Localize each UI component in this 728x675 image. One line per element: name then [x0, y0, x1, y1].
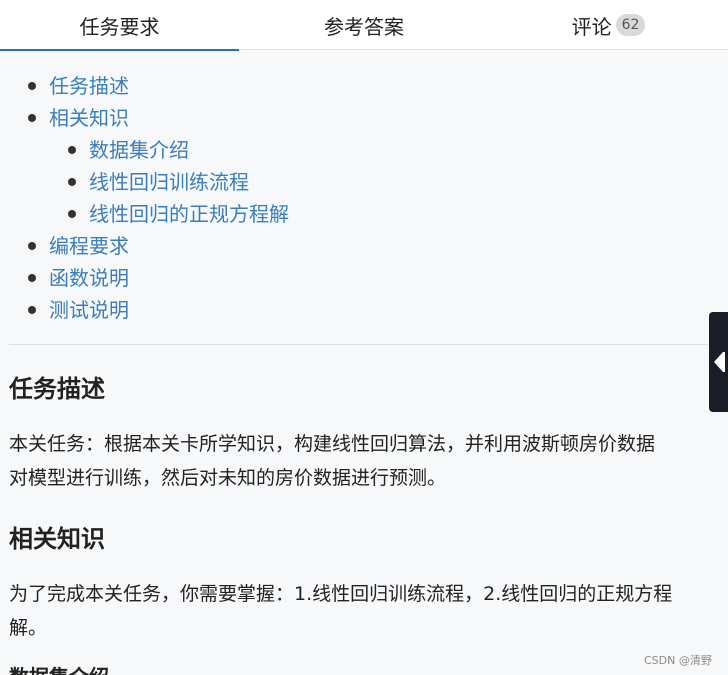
comment-count-badge: 62 [615, 14, 646, 36]
tab-bar: 任务要求 参考答案 评论 62 [0, 0, 728, 51]
bullet-icon [68, 178, 76, 186]
toc-link-test-description[interactable]: 测试说明 [49, 298, 129, 322]
tab-comments[interactable]: 评论 62 [489, 0, 728, 50]
table-of-contents: 任务描述 相关知识 数据集介绍 线性回归训练流程 线性回归的正规方程解 编程要求… [0, 70, 708, 326]
task-paragraph-line-2: 对模型进行训练，然后对未知的房价数据进行预测。 [9, 467, 447, 489]
task-content: 任务描述 相关知识 数据集介绍 线性回归训练流程 线性回归的正规方程解 编程要求… [0, 50, 708, 675]
toc-item: 线性回归训练流程 [0, 166, 708, 198]
toc-link-training-flow[interactable]: 线性回归训练流程 [89, 170, 249, 194]
toc-item: 函数说明 [0, 262, 708, 294]
knowledge-paragraph-line-1: 为了完成本关任务，你需要掌握：1.线性回归训练流程，2.线性回归的正规方程 [9, 583, 673, 605]
toc-item: 测试说明 [0, 294, 708, 326]
toc-item: 任务描述 [0, 70, 708, 102]
toc-item: 线性回归的正规方程解 [0, 198, 708, 230]
bullet-icon [28, 242, 36, 250]
toc-link-function-description[interactable]: 函数说明 [49, 266, 129, 290]
task-paragraph-line-1: 本关任务：根据本关卡所学知识，构建线性回归算法，并利用波斯顿房价数据 [9, 433, 656, 455]
toc-link-task-description[interactable]: 任务描述 [49, 74, 129, 98]
heading-task-description: 任务描述 [9, 375, 105, 403]
toc-item: 相关知识 [0, 102, 708, 134]
bullet-icon [28, 82, 36, 90]
toc-item: 数据集介绍 [0, 134, 708, 166]
knowledge-paragraph-line-2: 解。 [9, 617, 48, 639]
tab-reference-answer[interactable]: 参考答案 [239, 0, 489, 50]
bullet-icon [68, 146, 76, 154]
sidebar-toggle-button[interactable] [709, 312, 728, 412]
heading-dataset: 数据集介绍 [9, 664, 109, 675]
tab-label: 评论 [571, 14, 612, 39]
triangle-left-icon [714, 352, 725, 372]
heading-related-knowledge: 相关知识 [9, 525, 105, 553]
bullet-icon [68, 210, 76, 218]
toc-link-dataset[interactable]: 数据集介绍 [89, 138, 189, 162]
bullet-icon [28, 114, 36, 122]
section-divider [9, 344, 708, 345]
toc-link-programming-requirements[interactable]: 编程要求 [49, 234, 129, 258]
tab-task-requirements[interactable]: 任务要求 [0, 0, 239, 51]
toc-link-normal-equation[interactable]: 线性回归的正规方程解 [89, 202, 289, 226]
toc-item: 编程要求 [0, 230, 708, 262]
tab-label: 参考答案 [324, 14, 404, 39]
watermark: CSDN @清野 [644, 654, 712, 667]
toc-link-related-knowledge[interactable]: 相关知识 [49, 106, 129, 130]
tab-label: 任务要求 [79, 14, 160, 39]
bullet-icon [28, 274, 36, 282]
bullet-icon [28, 306, 36, 314]
